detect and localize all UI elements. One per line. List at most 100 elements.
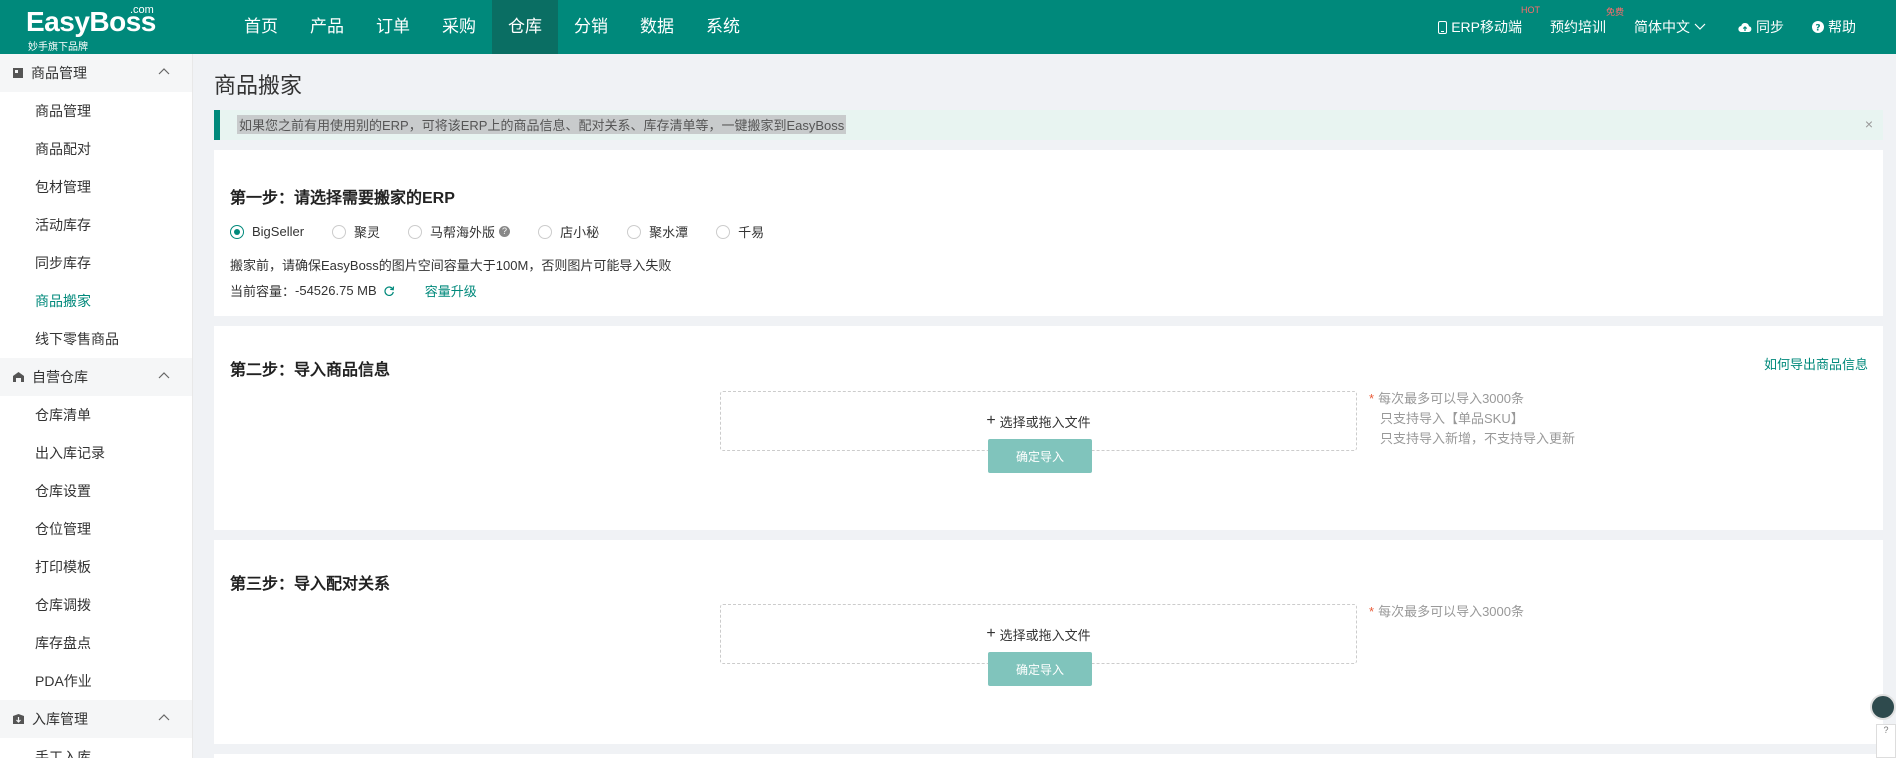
confirm-import-button[interactable]: 确定导入 bbox=[988, 652, 1092, 686]
svg-text:?: ? bbox=[1815, 24, 1820, 34]
brand-logo[interactable]: EasyBoss .com 妙手旗下品牌 bbox=[26, 4, 166, 53]
chat-box[interactable]: ? bbox=[1876, 724, 1896, 758]
close-icon[interactable]: × bbox=[1865, 116, 1873, 132]
tip-line: * 每次最多可以导入3000条 bbox=[1369, 389, 1575, 409]
mobile-erp-link[interactable]: ERP移动端 HOT bbox=[1438, 5, 1540, 37]
tip-line: 只支持导入新增，不支持导入更新 bbox=[1380, 431, 1576, 446]
capacity-value: -54526.75 MB bbox=[295, 283, 377, 298]
brand-sub: 妙手旗下品牌 bbox=[28, 42, 88, 53]
mobile-icon bbox=[1438, 20, 1448, 34]
import-tips: * 每次最多可以导入3000条 bbox=[1369, 602, 1524, 622]
sidebar-item-product-migration[interactable]: 商品搬家 bbox=[0, 282, 192, 320]
brand-com: .com bbox=[130, 4, 154, 16]
dropzone-label: 选择或拖入文件 bbox=[999, 627, 1091, 643]
top-right-menu: ERP移动端 HOT 预约培训 免费 简体中文 同步 ? 帮助 bbox=[1410, 0, 1856, 54]
sidebar-item-product-pairing[interactable]: 商品配对 bbox=[0, 130, 192, 168]
required-star: * bbox=[1369, 391, 1375, 406]
sidebar-group-products[interactable]: 商品管理 bbox=[0, 54, 192, 92]
sync-button[interactable]: 同步 bbox=[1738, 17, 1784, 37]
sidebar-item-warehouse-transfer[interactable]: 仓库调拨 bbox=[0, 586, 192, 624]
sidebar-item-product-management[interactable]: 商品管理 bbox=[0, 92, 192, 130]
sidebar-item-activity-stock[interactable]: 活动库存 bbox=[0, 206, 192, 244]
product-icon bbox=[13, 68, 23, 78]
main-content: 商品搬家 如果您之前有用使用别的ERP，可将该ERP上的商品信息、配对关系、库存… bbox=[193, 54, 1896, 758]
notice-text: 如果您之前有用使用别的ERP，可将该ERP上的商品信息、配对关系、库存清单等，一… bbox=[237, 115, 847, 134]
warehouse-icon bbox=[13, 372, 24, 382]
required-star: * bbox=[1369, 604, 1375, 619]
radio-label: 聚水潭 bbox=[649, 225, 689, 240]
top-navbar: EasyBoss .com 妙手旗下品牌 首页 产品 订单 采购 仓库 分销 数… bbox=[0, 0, 1896, 54]
nav-purchase[interactable]: 采购 bbox=[426, 0, 492, 54]
sidebar-group-warehouse[interactable]: 自营仓库 bbox=[0, 358, 192, 396]
sidebar-item-pda[interactable]: PDA作业 bbox=[0, 662, 192, 700]
sidebar-item-location-management[interactable]: 仓位管理 bbox=[0, 510, 192, 548]
nav-warehouse[interactable]: 仓库 bbox=[492, 0, 558, 54]
language-select[interactable]: 简体中文 bbox=[1634, 17, 1710, 37]
chat-widget[interactable]: ? bbox=[1868, 694, 1896, 758]
sidebar-item-inout-records[interactable]: 出入库记录 bbox=[0, 434, 192, 472]
confirm-import-button[interactable]: 确定导入 bbox=[988, 439, 1092, 473]
nav-orders[interactable]: 订单 bbox=[360, 0, 426, 54]
chevron-down-icon bbox=[1694, 23, 1706, 30]
radio-dot bbox=[716, 224, 731, 239]
training-label: 预约培训 bbox=[1550, 19, 1606, 35]
page-title: 商品搬家 bbox=[214, 73, 303, 98]
nav-data[interactable]: 数据 bbox=[624, 0, 690, 54]
step1-title: 第一步：请选择需要搬家的ERP bbox=[230, 190, 455, 207]
step3-title: 第三步：导入配对关系 bbox=[230, 576, 391, 593]
nav-home[interactable]: 首页 bbox=[228, 0, 294, 54]
how-export-link[interactable]: 如何导出商品信息 bbox=[1764, 354, 1868, 373]
plus-icon: + bbox=[986, 412, 996, 429]
step2-card: 第二步：导入商品信息 如何导出商品信息 + 选择或拖入文件 确定导入 * 每次最多… bbox=[214, 326, 1883, 530]
sidebar-item-warehouse-list[interactable]: 仓库清单 bbox=[0, 396, 192, 434]
tip-line: * 每次最多可以导入3000条 bbox=[1369, 602, 1524, 622]
step1-card: 第一步：请选择需要搬家的ERP BigSeller 聚灵 马帮海外版? 店小秘 … bbox=[214, 150, 1883, 316]
question-icon[interactable]: ? bbox=[499, 226, 511, 237]
upgrade-capacity-link[interactable]: 容量升级 bbox=[425, 281, 477, 300]
sidebar-item-warehouse-settings[interactable]: 仓库设置 bbox=[0, 472, 192, 510]
help-label: 帮助 bbox=[1828, 19, 1856, 35]
radio-label: 千易 bbox=[738, 225, 765, 240]
erp-radio-group: BigSeller 聚灵 马帮海外版? 店小秘 聚水潭 千易 bbox=[230, 222, 792, 241]
radio-dot bbox=[538, 224, 553, 239]
radio-jushuitan[interactable]: 聚水潭 bbox=[627, 222, 688, 241]
radio-dot bbox=[230, 224, 244, 239]
support-avatar[interactable] bbox=[1870, 694, 1896, 720]
sidebar-item-stocktaking[interactable]: 库存盘点 bbox=[0, 624, 192, 662]
capacity-label: 当前容量： bbox=[230, 284, 296, 299]
language-label: 简体中文 bbox=[1634, 19, 1690, 35]
sidebar-item-print-template[interactable]: 打印模板 bbox=[0, 548, 192, 586]
radio-dianxiaomi[interactable]: 店小秘 bbox=[538, 222, 599, 241]
step2-title: 第二步：导入商品信息 bbox=[230, 362, 391, 379]
radio-juling[interactable]: 聚灵 bbox=[332, 222, 380, 241]
radio-label: 聚灵 bbox=[354, 225, 381, 240]
radio-qianyi[interactable]: 千易 bbox=[716, 222, 764, 241]
radio-dot bbox=[408, 224, 423, 239]
hot-badge: HOT bbox=[1521, 5, 1540, 15]
step4-card bbox=[214, 754, 1883, 758]
sidebar-item-manual-inbound[interactable]: 手工入库 bbox=[0, 738, 192, 758]
nav-distribution[interactable]: 分销 bbox=[558, 0, 624, 54]
sidebar-group-label: 自营仓库 bbox=[32, 369, 88, 385]
training-link[interactable]: 预约培训 免费 bbox=[1550, 7, 1624, 37]
radio-bigseller[interactable]: BigSeller bbox=[230, 222, 304, 241]
nav-system[interactable]: 系统 bbox=[690, 0, 756, 54]
info-notice: 如果您之前有用使用别的ERP，可将该ERP上的商品信息、配对关系、库存清单等，一… bbox=[214, 110, 1883, 140]
sidebar-item-packaging[interactable]: 包材管理 bbox=[0, 168, 192, 206]
refresh-icon[interactable] bbox=[383, 285, 395, 297]
import-tips: * 每次最多可以导入3000条 只支持导入【单品SKU】 只支持导入新增，不支持导… bbox=[1369, 389, 1575, 449]
nav-products[interactable]: 产品 bbox=[294, 0, 360, 54]
radio-dot bbox=[332, 224, 347, 239]
sidebar-item-offline-retail[interactable]: 线下零售商品 bbox=[0, 320, 192, 358]
sync-label: 同步 bbox=[1756, 19, 1784, 35]
capacity-warning: 搬家前，请确保EasyBoss的图片空间容量大于100M，否则图片可能导入失败 bbox=[230, 258, 672, 273]
sidebar-item-sync-stock[interactable]: 同步库存 bbox=[0, 244, 192, 282]
radio-mabang[interactable]: 马帮海外版? bbox=[408, 222, 511, 241]
sidebar-group-label: 入库管理 bbox=[32, 711, 88, 727]
sidebar-group-inbound[interactable]: 入库管理 bbox=[0, 700, 192, 738]
inbound-icon bbox=[13, 714, 24, 724]
capacity-line: 当前容量： -54526.75 MB 容量升级 bbox=[230, 281, 477, 300]
radio-label: 店小秘 bbox=[560, 225, 600, 240]
help-button[interactable]: ? 帮助 bbox=[1812, 17, 1856, 37]
dropzone-label: 选择或拖入文件 bbox=[999, 414, 1091, 430]
